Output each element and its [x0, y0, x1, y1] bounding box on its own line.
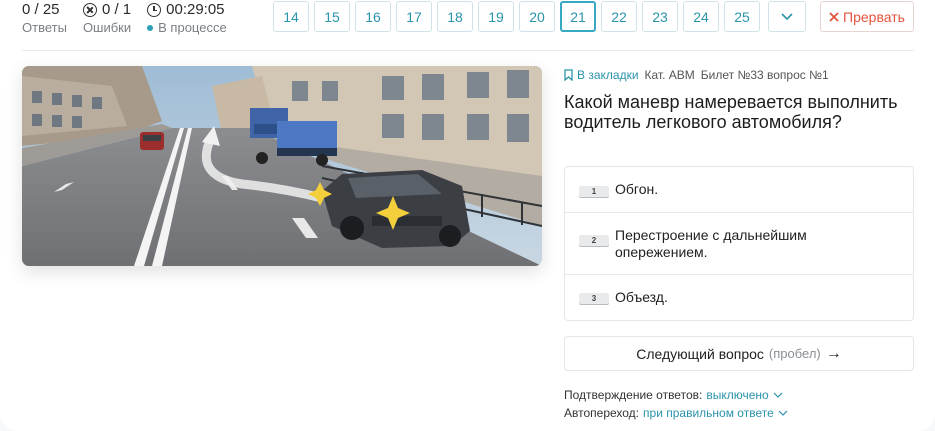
- bookmark-icon: [564, 69, 573, 81]
- auto-setting: Автопереход: при правильном ответе: [564, 406, 788, 420]
- status-row: В процессе: [147, 19, 227, 37]
- timer-value: 00:29:05: [166, 1, 225, 18]
- question-number-button[interactable]: 16: [355, 1, 391, 32]
- chevron-down-icon[interactable]: [778, 410, 788, 416]
- question-number-button[interactable]: 20: [519, 1, 555, 32]
- clock-icon: [147, 2, 162, 17]
- header-divider: [22, 50, 914, 51]
- question-text: Какой маневр намеревается выполнить води…: [564, 92, 898, 132]
- answer-option-3[interactable]: 3 Объезд.: [565, 275, 913, 321]
- question-number-button[interactable]: 15: [314, 1, 350, 32]
- timer-row: 00:29:05: [147, 0, 227, 19]
- errors-count: 0 / 1: [101, 1, 132, 18]
- abort-button[interactable]: Прервать: [820, 1, 914, 32]
- stats-bar: 0 / 25 Ответы 0 / 1 Ошибки 00:29:05 В пр…: [22, 0, 227, 37]
- category-label: Кат. ABM: [644, 68, 695, 82]
- bookmark-link[interactable]: В закладки: [564, 68, 639, 82]
- status-label: В процессе: [158, 20, 227, 35]
- confirm-dropdown[interactable]: выключено: [706, 388, 768, 402]
- more-questions-button[interactable]: [768, 1, 806, 32]
- next-label: Следующий вопрос: [636, 345, 764, 362]
- question-number-button[interactable]: 19: [478, 1, 514, 32]
- hotkey-badge: 1: [579, 186, 609, 197]
- road-scene-illustration: [22, 66, 542, 266]
- auto-dropdown[interactable]: при правильном ответе: [643, 406, 774, 420]
- question-number-button[interactable]: 21: [560, 1, 596, 32]
- errors-stat: 0 / 1 Ошибки: [82, 0, 132, 37]
- ticket-label: Билет №33 вопрос №1: [700, 68, 829, 82]
- answer-text: Объезд.: [615, 289, 668, 305]
- hotkey-badge: 2: [579, 235, 609, 246]
- chevron-down-icon: [781, 12, 793, 20]
- question-meta: В закладки Кат. ABM Билет №33 вопрос №1: [564, 68, 829, 82]
- answer-text: Перестроение с дальнейшим опережением.: [615, 227, 807, 260]
- chevron-down-icon[interactable]: [773, 392, 783, 398]
- answer-option-2[interactable]: 2 Перестроение с дальнейшим опережением.: [565, 213, 913, 275]
- error-circle-icon: [82, 2, 97, 17]
- status-dot-icon: [147, 25, 154, 31]
- question-number-button[interactable]: 24: [683, 1, 719, 32]
- answer-option-1[interactable]: 1 Обгон.: [565, 167, 913, 213]
- confirm-setting: Подтверждение ответов: выключено: [564, 388, 783, 402]
- question-number-button[interactable]: 18: [437, 1, 473, 32]
- errors-row: 0 / 1: [82, 0, 132, 19]
- question-image: [22, 66, 542, 266]
- next-hint: (пробел): [768, 346, 821, 361]
- question-number-button[interactable]: 17: [396, 1, 432, 32]
- answers-stat: 0 / 25 Ответы: [22, 0, 67, 37]
- confirm-label: Подтверждение ответов:: [564, 388, 703, 402]
- test-screen: 0 / 25 Ответы 0 / 1 Ошибки 00:29:05 В пр…: [0, 0, 935, 431]
- answers-list: 1 Обгон. 2 Перестроение с дальнейшим опе…: [564, 166, 914, 321]
- timer-stat: 00:29:05 В процессе: [147, 0, 227, 37]
- close-icon: [829, 11, 839, 22]
- answer-text: Обгон.: [615, 181, 659, 197]
- arrow-right-icon: →: [825, 344, 842, 362]
- bookmark-label: В закладки: [577, 68, 639, 82]
- next-question-button[interactable]: Следующий вопрос (пробел) →: [564, 336, 914, 371]
- question-number-button[interactable]: 23: [642, 1, 678, 32]
- hotkey-badge: 3: [579, 293, 609, 304]
- question-number-button[interactable]: 14: [273, 1, 309, 32]
- auto-label: Автопереход:: [564, 406, 640, 420]
- question-navigation: 14 15 16 17 18 19 20 21 22 23 24 25: [273, 1, 806, 32]
- answers-label: Ответы: [22, 20, 67, 35]
- abort-label: Прервать: [843, 8, 905, 25]
- errors-label: Ошибки: [82, 20, 132, 35]
- question-number-button[interactable]: 25: [724, 1, 760, 32]
- answers-count: 0 / 25: [22, 1, 60, 18]
- question-number-button[interactable]: 22: [601, 1, 637, 32]
